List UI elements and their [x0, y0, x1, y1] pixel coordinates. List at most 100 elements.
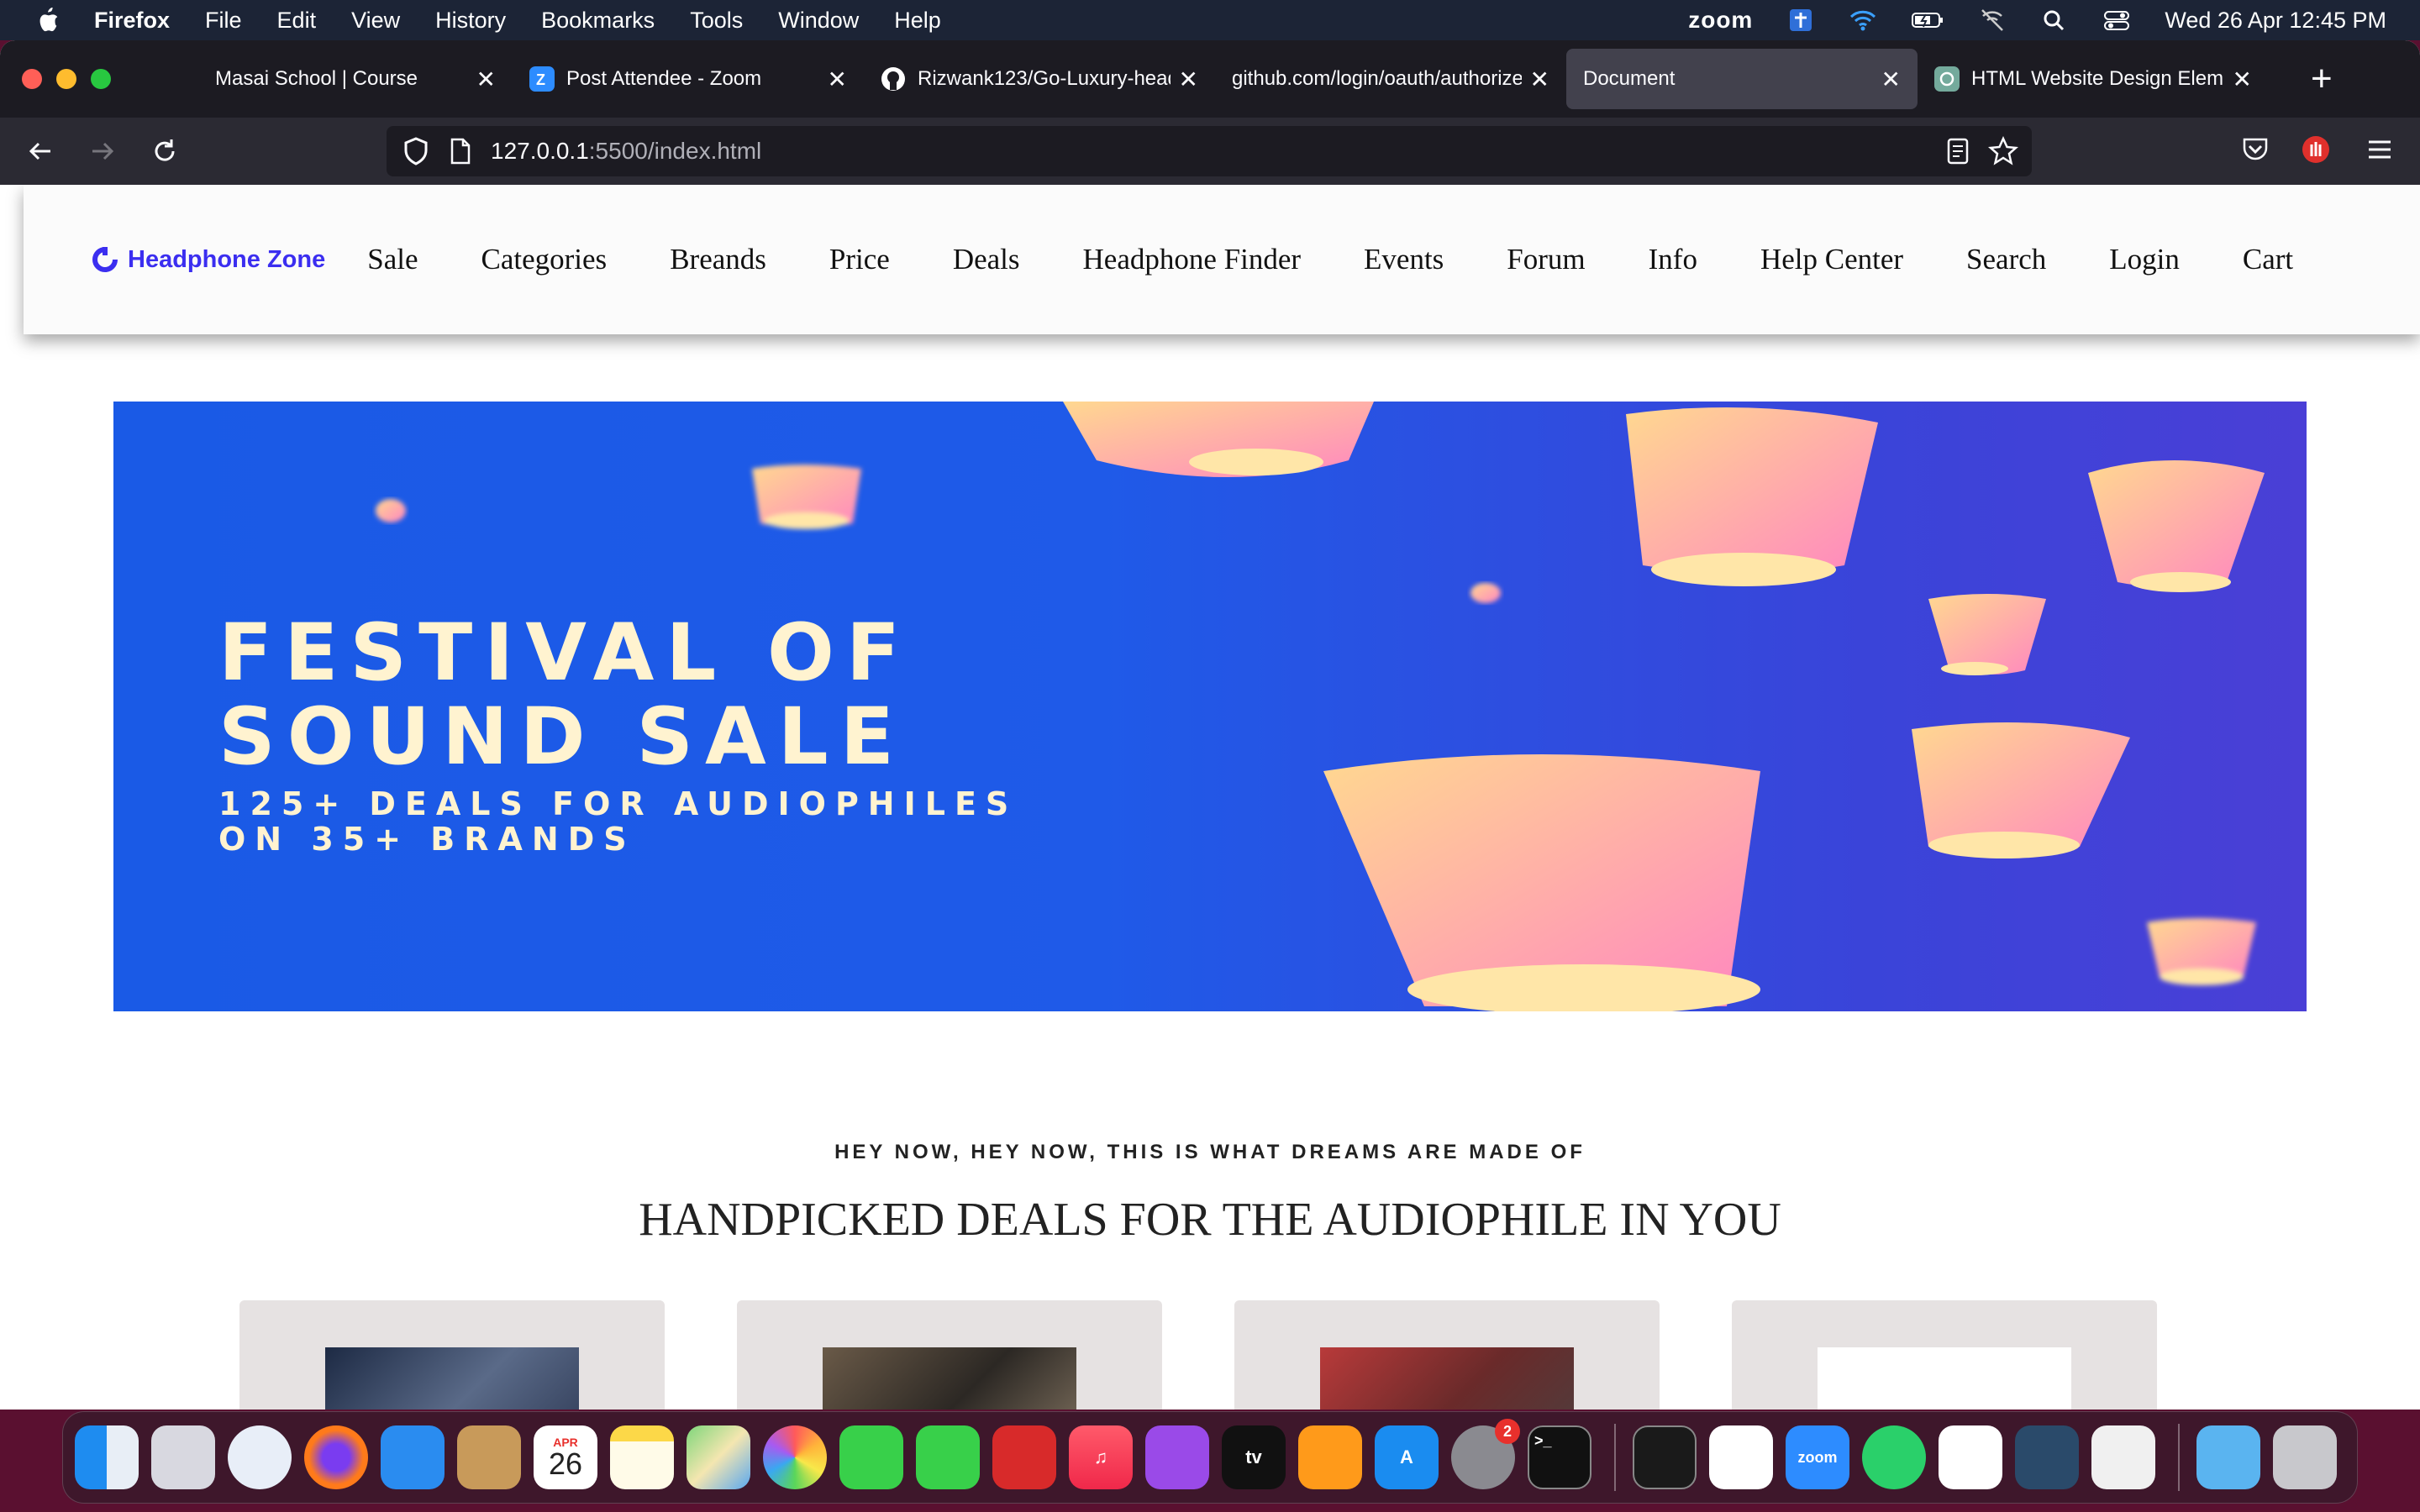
nav-sale[interactable]: Sale [367, 243, 418, 276]
nav-deals[interactable]: Deals [953, 243, 1020, 276]
deal-card[interactable] [1234, 1300, 1660, 1410]
menu-history[interactable]: History [435, 8, 506, 34]
product-image[interactable] [1320, 1347, 1574, 1410]
activity-monitor-icon[interactable] [1633, 1425, 1697, 1489]
menu-tools[interactable]: Tools [690, 8, 743, 34]
apple-tv-icon[interactable]: tv [1222, 1425, 1286, 1489]
nav-help-center[interactable]: Help Center [1760, 243, 1903, 276]
zoom-window-button[interactable] [91, 69, 111, 89]
books-icon[interactable] [1298, 1425, 1362, 1489]
back-icon[interactable] [22, 133, 59, 170]
deal-card[interactable] [737, 1300, 1162, 1410]
trash-icon[interactable] [2273, 1425, 2337, 1489]
safari-icon[interactable] [228, 1425, 292, 1489]
nav-login[interactable]: Login [2109, 243, 2180, 276]
tab-zoom[interactable]: Z Post Attendee - Zoom ✕ [513, 49, 864, 109]
firefox-icon[interactable] [304, 1425, 368, 1489]
battery-icon[interactable] [1911, 8, 1944, 33]
spotlight-search-icon[interactable] [2040, 8, 2069, 33]
wifi-icon[interactable] [1849, 8, 1877, 33]
tab-close-icon[interactable]: ✕ [476, 66, 496, 93]
zoom-status-label[interactable]: zoom [1688, 7, 1753, 34]
deal-card[interactable] [1732, 1300, 2157, 1410]
nav-cart[interactable]: Cart [2243, 243, 2293, 276]
close-window-button[interactable] [22, 69, 42, 89]
product-image[interactable] [1818, 1347, 2071, 1410]
system-preferences-icon[interactable]: 2 [1451, 1419, 1520, 1489]
menu-window[interactable]: Window [778, 8, 859, 34]
reload-icon[interactable] [146, 133, 183, 170]
url-text[interactable]: 127.0.0.1:5500/index.html [491, 138, 761, 165]
hamburger-menu-icon[interactable] [2366, 136, 2393, 163]
notes-icon[interactable] [610, 1425, 674, 1489]
tab-chatgpt[interactable]: HTML Website Design Eleme ✕ [1918, 49, 2269, 109]
tab-label: Rizwank123/Go-Luxury-head [918, 67, 1171, 90]
tab-close-icon[interactable]: ✕ [828, 66, 847, 93]
calendar-icon[interactable]: APR 26 [534, 1425, 597, 1489]
contacts-icon[interactable] [457, 1425, 521, 1489]
java-icon[interactable] [2091, 1425, 2155, 1489]
nav-search[interactable]: Search [1966, 243, 2046, 276]
maps-icon[interactable] [687, 1425, 750, 1489]
nav-categories[interactable]: Categories [481, 243, 608, 276]
apple-logo-icon[interactable] [35, 7, 60, 34]
terminal-icon[interactable]: >_ [1528, 1425, 1591, 1489]
photos-icon[interactable] [763, 1425, 827, 1489]
downloads-folder-icon[interactable] [2196, 1425, 2260, 1489]
shield-icon[interactable] [402, 136, 430, 166]
tab-github-repo[interactable]: Rizwank123/Go-Luxury-head ✕ [864, 49, 1215, 109]
finder-icon[interactable] [75, 1425, 139, 1489]
reader-view-icon[interactable] [1946, 137, 1970, 165]
podcasts-icon[interactable] [1145, 1425, 1209, 1489]
menu-help[interactable]: Help [894, 8, 941, 34]
tab-close-icon[interactable]: ✕ [1881, 66, 1901, 93]
forward-icon[interactable] [84, 133, 121, 170]
product-image[interactable] [325, 1347, 579, 1410]
nav-brands[interactable]: Breands [670, 243, 766, 276]
site-logo[interactable]: Headphone Zone [91, 245, 325, 274]
photo-booth-icon[interactable] [992, 1425, 1056, 1489]
page-info-icon[interactable] [449, 137, 472, 165]
tab-close-icon[interactable]: ✕ [1530, 66, 1549, 93]
music-icon[interactable]: ♫ [1069, 1425, 1133, 1489]
pocket-icon[interactable] [2240, 134, 2270, 165]
zoom-app-icon[interactable]: zoom [1786, 1425, 1849, 1489]
vscode-icon[interactable] [1939, 1425, 2002, 1489]
bookmark-star-icon[interactable] [1988, 136, 2018, 166]
slack-icon[interactable] [1709, 1425, 1773, 1489]
github-favicon-icon [881, 67, 905, 91]
tab-github-oauth[interactable]: github.com/login/oauth/authorize ✕ [1215, 49, 1566, 109]
menu-edit[interactable]: Edit [277, 8, 317, 34]
app-store-icon[interactable]: A [1375, 1425, 1439, 1489]
facetime-icon[interactable] [916, 1425, 980, 1489]
nav-headphone-finder[interactable]: Headphone Finder [1083, 243, 1302, 276]
menu-file[interactable]: File [205, 8, 242, 34]
nav-price[interactable]: Price [829, 243, 890, 276]
sale-banner[interactable]: FESTIVAL OF SOUND SALE 125+ DEALS FOR AU… [113, 402, 2307, 1011]
nav-forum[interactable]: Forum [1507, 243, 1585, 276]
new-tab-button[interactable]: + [2311, 58, 2333, 100]
airdrop-off-icon[interactable] [1978, 8, 2007, 33]
product-image[interactable] [823, 1347, 1076, 1410]
vpn-icon[interactable] [1786, 8, 1815, 33]
menu-app-name[interactable]: Firefox [94, 8, 170, 34]
control-center-icon[interactable] [2102, 8, 2131, 33]
menu-view[interactable]: View [351, 8, 400, 34]
whatsapp-icon[interactable] [1862, 1425, 1926, 1489]
clock[interactable]: Wed 26 Apr 12:45 PM [2165, 8, 2386, 34]
launchpad-icon[interactable] [151, 1425, 215, 1489]
tab-document[interactable]: Document ✕ [1566, 49, 1918, 109]
messages-icon[interactable] [839, 1425, 903, 1489]
menu-bookmarks[interactable]: Bookmarks [541, 8, 655, 34]
tab-masai[interactable]: Masai School | Course ✕ [161, 49, 513, 109]
mysql-workbench-icon[interactable] [2015, 1425, 2079, 1489]
tab-close-icon[interactable]: ✕ [2233, 66, 2252, 93]
nav-events[interactable]: Events [1364, 243, 1444, 276]
deal-card[interactable] [239, 1300, 665, 1410]
url-bar[interactable]: 127.0.0.1:5500/index.html [387, 126, 2032, 176]
tab-close-icon[interactable]: ✕ [1179, 66, 1198, 93]
mail-icon[interactable] [381, 1425, 445, 1489]
minimize-window-button[interactable] [56, 69, 76, 89]
nav-info[interactable]: Info [1649, 243, 1697, 276]
extension-stop-icon[interactable] [2301, 134, 2331, 165]
